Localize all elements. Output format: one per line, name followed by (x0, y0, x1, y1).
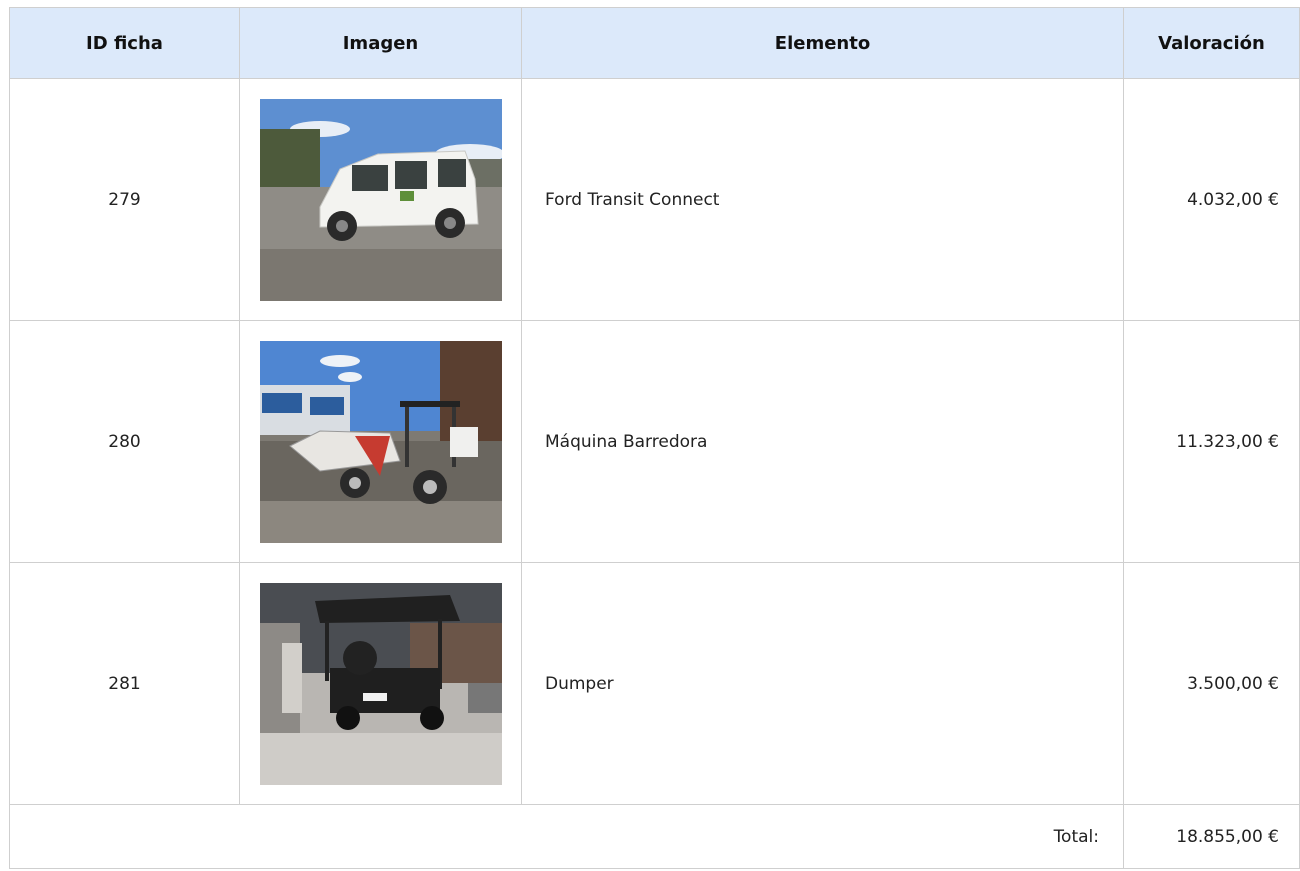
cell-element: Ford Transit Connect (521, 78, 1124, 321)
cell-id: 280 (9, 320, 240, 563)
cell-value: 11.323,00 € (1123, 320, 1300, 563)
table-row: 279 Ford Transit Connect 4.032,00 € (9, 78, 1300, 321)
cell-element: Máquina Barredora (521, 320, 1124, 563)
cell-id: 279 (9, 78, 240, 321)
header-element: Elemento (521, 7, 1124, 79)
cell-value: 3.500,00 € (1123, 562, 1300, 805)
header-row: ID ficha Imagen Elemento Valoración (9, 7, 1300, 79)
cell-value: 4.032,00 € (1123, 78, 1300, 321)
total-label: Total: (9, 804, 1124, 869)
header-id: ID ficha (9, 7, 240, 79)
cell-id: 281 (9, 562, 240, 805)
table-row: 281 Dumper 3.500,00 € (9, 562, 1300, 805)
cell-element: Dumper (521, 562, 1124, 805)
dumper-photo[interactable] (259, 582, 502, 785)
header-value: Valoración (1123, 7, 1300, 79)
white-van-photo[interactable] (259, 98, 502, 301)
inventory-table: ID ficha Imagen Elemento Valoración 279 (9, 7, 1300, 869)
header-image: Imagen (239, 7, 522, 79)
table-row: 280 Máquina Barredora 11.323,00 € (9, 320, 1300, 563)
total-row: Total: 18.855,00 € (9, 804, 1300, 869)
total-value: 18.855,00 € (1123, 804, 1300, 869)
street-sweeper-photo[interactable] (259, 340, 502, 543)
